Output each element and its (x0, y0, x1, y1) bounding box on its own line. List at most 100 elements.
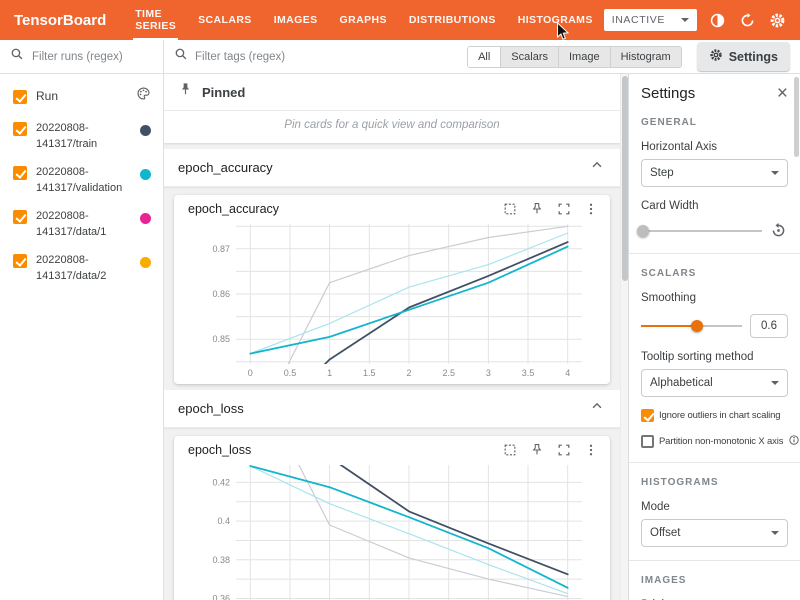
nav-item-time-series[interactable]: TIME SERIES (124, 0, 187, 40)
histogram-mode-label: Mode (641, 501, 788, 513)
partition-x-axis-checkbox[interactable] (641, 435, 654, 448)
pinned-section: Pinned Pin cards for a quick view and co… (164, 74, 620, 143)
nav-item-scalars[interactable]: SCALARS (187, 0, 263, 40)
data-status-dropdown[interactable]: INACTIVE (604, 9, 697, 31)
card-actions (503, 443, 598, 457)
svg-text:1: 1 (327, 368, 332, 378)
chevron-down-icon (771, 171, 779, 175)
svg-text:1.5: 1.5 (363, 368, 376, 378)
ignore-outliers-checkbox[interactable] (641, 409, 654, 422)
histogram-mode-select[interactable]: Offset (641, 519, 788, 547)
info-icon[interactable] (788, 434, 800, 449)
horizontal-axis-select[interactable]: Step (641, 159, 788, 187)
svg-text:2: 2 (406, 368, 411, 378)
search-icon (10, 47, 24, 66)
fullscreen-icon[interactable] (557, 443, 571, 457)
pin-icon[interactable] (530, 202, 544, 216)
nav-item-graphs[interactable]: GRAPHS (329, 0, 398, 40)
filter-tags-input[interactable]: Filter tags (regex) (195, 51, 285, 63)
svg-text:0: 0 (248, 368, 253, 378)
run-color-dot (140, 257, 151, 268)
run-color-dot (140, 213, 151, 224)
tooltip-sorting-select[interactable]: Alphabetical (641, 369, 788, 397)
ignore-outliers-label: Ignore outliers in chart scaling (659, 410, 780, 421)
histograms-section-label: HISTOGRAMS (641, 477, 788, 488)
horizontal-axis-value: Step (650, 167, 674, 179)
settings-scrollbar[interactable] (794, 77, 799, 157)
run-row[interactable]: 20220808-141317/train (0, 115, 163, 159)
run-checkbox[interactable] (13, 210, 27, 224)
filter-chip-all[interactable]: All (468, 47, 500, 67)
scalar-card-epoch-accuracy: epoch_accuracy 00.511.522.533.540.850.86… (174, 195, 610, 384)
tags-toolbar: Filter tags (regex) AllScalarsImageHisto… (164, 40, 800, 74)
header-controls: INACTIVE ? (604, 9, 800, 31)
section-epoch-accuracy[interactable]: epoch_accuracy (164, 149, 620, 187)
smoothing-slider[interactable] (641, 318, 742, 334)
cards-area: Pinned Pin cards for a quick view and co… (164, 74, 620, 600)
chevron-down-icon (681, 18, 689, 22)
fit-to-domain-icon[interactable] (503, 443, 517, 457)
filter-chip-image[interactable]: Image (558, 47, 610, 67)
reset-icon[interactable] (770, 222, 788, 240)
epoch-accuracy-chart[interactable]: 00.511.522.533.540.850.860.87 (180, 216, 604, 380)
fit-to-domain-icon[interactable] (503, 202, 517, 216)
refresh-icon[interactable] (739, 11, 757, 29)
horizontal-axis-label: Horizontal Axis (641, 141, 788, 153)
tooltip-sorting-label: Tooltip sorting method (641, 351, 788, 363)
close-icon[interactable]: × (777, 84, 788, 103)
svg-text:0.85: 0.85 (212, 334, 230, 344)
palette-icon[interactable] (136, 86, 151, 106)
chevron-up-icon[interactable] (590, 399, 604, 418)
svg-text:4: 4 (565, 368, 570, 378)
select-all-runs-checkbox[interactable] (13, 90, 27, 104)
nav-item-distributions[interactable]: DISTRIBUTIONS (398, 0, 507, 40)
chevron-up-icon[interactable] (590, 158, 604, 177)
more-vert-icon[interactable] (584, 202, 598, 216)
nav-item-images[interactable]: IMAGES (263, 0, 329, 40)
settings-button[interactable]: Settings (697, 42, 790, 71)
main-scrollbar[interactable] (620, 74, 628, 600)
run-checkbox[interactable] (13, 166, 27, 180)
runs-sidebar: Filter runs (regex) Run 20220808-141317/… (0, 40, 164, 600)
filter-runs-input[interactable]: Filter runs (regex) (32, 51, 123, 63)
mouse-cursor (556, 22, 570, 47)
settings-button-label: Settings (729, 50, 778, 64)
run-name: 20220808-141317/data/2 (36, 253, 131, 285)
theme-toggle-icon[interactable] (709, 11, 727, 29)
svg-text:0.87: 0.87 (212, 244, 230, 254)
run-checkbox[interactable] (13, 122, 27, 136)
run-row[interactable]: 20220808-141317/data/1 (0, 203, 163, 247)
card-width-label: Card Width (641, 200, 788, 212)
run-row[interactable]: 20220808-141317/validation (0, 159, 163, 203)
main-nav: TIME SERIESSCALARSIMAGESGRAPHSDISTRIBUTI… (124, 0, 604, 40)
card-title: epoch_loss (188, 443, 251, 457)
tensorboard-window: TensorBoard TIME SERIESSCALARSIMAGESGRAP… (0, 0, 800, 600)
fullscreen-icon[interactable] (557, 202, 571, 216)
runs-column-header: Run (36, 89, 58, 103)
gear-icon (709, 48, 723, 65)
section-epoch-loss[interactable]: epoch_loss (164, 390, 620, 428)
smoothing-value-input[interactable]: 0.6 (750, 314, 788, 338)
svg-text:0.5: 0.5 (284, 368, 297, 378)
card-width-slider[interactable] (641, 223, 762, 239)
filter-chip-scalars[interactable]: Scalars (500, 47, 558, 67)
gear-icon[interactable] (769, 11, 787, 29)
svg-text:0.42: 0.42 (212, 477, 230, 487)
svg-text:3.5: 3.5 (522, 368, 535, 378)
epoch-loss-chart[interactable]: 00.511.522.533.540.420.40.380.36 (180, 457, 604, 600)
run-checkbox[interactable] (13, 254, 27, 268)
chevron-down-icon (771, 381, 779, 385)
partition-x-axis-label: Partition non-monotonic X axis (659, 436, 783, 447)
card-actions (503, 202, 598, 216)
pin-icon[interactable] (530, 443, 544, 457)
status-label: INACTIVE (612, 14, 665, 26)
pinned-title: Pinned (202, 85, 245, 100)
more-vert-icon[interactable] (584, 443, 598, 457)
tag-filter-chip-group: AllScalarsImageHistogram (467, 46, 682, 68)
svg-text:0.4: 0.4 (217, 516, 230, 526)
scalars-section-label: SCALARS (641, 268, 788, 279)
histogram-mode-value: Offset (650, 527, 680, 539)
pinned-header: Pinned (164, 74, 620, 111)
filter-chip-histogram[interactable]: Histogram (610, 47, 681, 67)
run-row[interactable]: 20220808-141317/data/2 (0, 247, 163, 291)
